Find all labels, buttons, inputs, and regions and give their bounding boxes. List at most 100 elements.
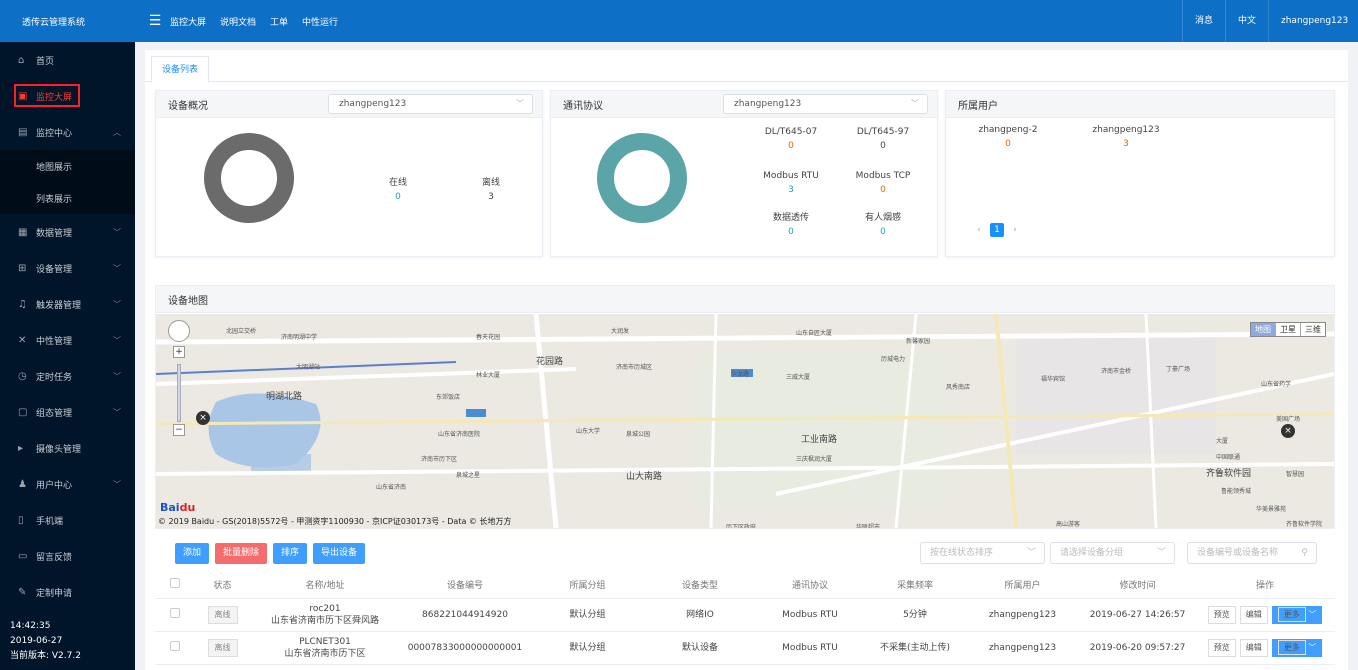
edit-button[interactable]: 编辑 [1239, 638, 1268, 657]
row-checkbox[interactable] [170, 607, 180, 618]
device-map[interactable]: 北园立交桥 济南明湖中学 春天花园 大润发 山东自匠大厦 新馨家园 大明湖站 花… [156, 314, 1334, 528]
status-sort-select[interactable]: 按在线状态排序 ﹀ [920, 542, 1045, 564]
sidebar-item-mobile[interactable]: ▯ 手机端 [0, 502, 135, 538]
page-current[interactable]: 1 [990, 223, 1004, 237]
sidebar-item-feedback[interactable]: ▭ 留言反馈 [0, 538, 135, 574]
search-icon[interactable]: ⚲ [1301, 543, 1308, 563]
zoom-slider[interactable] [177, 364, 181, 422]
map-type-switch: 地图 卫星 三维 [1250, 322, 1326, 337]
batch-delete-button[interactable]: 批量删除 [215, 543, 268, 564]
protocol-donut [597, 133, 687, 223]
sidebar-item-timers[interactable]: ◷ 定时任务 ﹀ [0, 358, 135, 394]
sidebar-item-triggers[interactable]: ♫ 触发器管理 ﹀ [0, 286, 135, 322]
comment-icon: ▭ [18, 550, 28, 562]
export-button[interactable]: 导出设备 [313, 543, 366, 564]
sidebar-subitem-list[interactable]: 列表展示 [0, 182, 135, 214]
sidebar-item-cameras[interactable]: ▸ 摄像头管理 [0, 430, 135, 466]
sidebar-item-monitor-center[interactable]: ▤ 监控中心 ︿ [0, 114, 135, 150]
device-type: 默认设备 [645, 631, 755, 665]
column-header: 状态 [195, 572, 250, 599]
clock-date: 2019-06-27 [10, 636, 63, 646]
map-type-3d[interactable]: 三维 [1300, 323, 1325, 336]
search-input[interactable]: 设备编号或设备名称 ⚲ [1187, 542, 1317, 564]
row-checkbox[interactable] [170, 640, 180, 651]
more-button[interactable]: 更多 ﹀ [1271, 605, 1323, 624]
map-type-map[interactable]: 地图 [1251, 323, 1275, 336]
user-name: zhangpeng-2 [978, 125, 1038, 135]
user-icon: ♟ [18, 478, 27, 490]
status-badge: 离线 [207, 605, 238, 624]
sidebar-item-config[interactable]: ▢ 组态管理 ﹀ [0, 394, 135, 430]
chevron-down-icon: ﹀ [113, 299, 121, 309]
protocol-label: 数据透传 [772, 213, 809, 223]
protocol-label: DL/T645-97 [856, 127, 910, 137]
protocol-panel: 通讯协议 zhangpeng123 ﹀ DL/T645-07 0 DL/T645-9… [550, 90, 938, 257]
chevron-down-icon: ﹀ [911, 99, 919, 108]
phone-icon: ▯ [18, 514, 24, 526]
protocol-title: 通讯协议 [563, 100, 603, 112]
topnav-tickets[interactable]: 工单 [270, 15, 288, 28]
app-title: 透传云管理系统 [0, 14, 140, 28]
zoom-out-icon[interactable]: − [173, 424, 185, 436]
chevron-down-icon: ﹀ [113, 371, 121, 381]
menu-toggle-icon[interactable]: ☰ [140, 13, 170, 29]
prev-page-icon[interactable]: ‹ [972, 223, 986, 237]
modified-time: 2019-06-20 09:57:27 [1080, 631, 1195, 665]
topnav-monitor-screen[interactable]: 监控大屏 [170, 15, 206, 28]
column-header: 修改时间 [1080, 572, 1195, 599]
protocol-value: 0 [788, 227, 794, 237]
language-switch[interactable]: 中文 [1224, 0, 1268, 42]
online-value: 0 [395, 192, 401, 202]
protocol-user-select[interactable]: zhangpeng123 ﹀ [723, 94, 928, 114]
sort-button[interactable]: 排序 [273, 543, 308, 564]
device-user: zhangpeng123 [965, 598, 1080, 632]
modified-time: 2019-06-27 14:26:57 [1080, 598, 1195, 632]
offline-label: 离线 [481, 178, 500, 188]
chevron-down-icon: ﹀ [113, 335, 121, 345]
preview-button[interactable]: 预览 [1207, 638, 1236, 657]
bell-icon: ♫ [18, 298, 27, 310]
sidebar-item-neutral[interactable]: ✕ 中性管理 ﹀ [0, 322, 135, 358]
group-select[interactable]: 请选择设备分组 ﹀ [1050, 542, 1175, 564]
device-protocol: Modbus RTU [755, 598, 865, 632]
topnav-neutral[interactable]: 中性运行 [302, 15, 338, 28]
sidebar-item-custom[interactable]: ✎ 定制申请 [0, 574, 135, 610]
sidebar-item-devices[interactable]: ⊞ 设备管理 ﹀ [0, 250, 135, 286]
device-frequency: 5分钟 [865, 598, 965, 632]
map-pan-icon[interactable] [168, 320, 190, 342]
user-menu[interactable]: zhangpeng123 [1268, 0, 1358, 42]
more-button[interactable]: 更多 ﹀ [1271, 638, 1323, 657]
column-header: 所属分组 [530, 572, 645, 599]
map-type-satellite[interactable]: 卫星 [1275, 323, 1300, 336]
edit-button[interactable]: 编辑 [1239, 605, 1268, 624]
screen-icon: ▤ [18, 126, 28, 138]
select-all-checkbox[interactable] [170, 578, 180, 589]
camera-icon: ▸ [18, 442, 24, 454]
map-marker-icon[interactable]: × [196, 411, 210, 425]
device-protocol: Modbus RTU [755, 631, 865, 665]
chevron-down-icon: ﹀ [113, 227, 121, 237]
map-panel: 设备地图 北园立交桥 济南明湖中学 春天花园 大润发 山东自匠大厦 新馨家园 大… [155, 285, 1335, 529]
sidebar-item-home[interactable]: ⌂ 首页 [0, 42, 135, 78]
sidebar-item-users[interactable]: ♟ 用户中心 ﹀ [0, 466, 135, 502]
next-page-icon[interactable]: › [1008, 223, 1022, 237]
topnav-docs[interactable]: 说明文档 [220, 15, 256, 28]
protocol-label: Modbus TCP [855, 171, 911, 181]
zoom-in-icon[interactable]: + [173, 346, 185, 358]
preview-button[interactable]: 预览 [1207, 605, 1236, 624]
device-group: 默认分组 [530, 598, 645, 632]
sidebar-item-monitor-screen[interactable]: ▣ 监控大屏 [0, 78, 135, 114]
home-icon: ⌂ [18, 54, 25, 66]
device-table: 状态 名称/地址 设备编号 所属分组 设备类型 通讯协议 采集频率 所属用户 修… [155, 572, 1335, 665]
overview-donut [204, 133, 294, 223]
user-count: 0 [1005, 139, 1011, 149]
sidebar-subitem-map[interactable]: 地图展示 [0, 150, 135, 182]
map-marker-icon[interactable]: × [1281, 424, 1295, 438]
sidebar-item-data[interactable]: ▦ 数据管理 ﹀ [0, 214, 135, 250]
chevron-down-icon: ﹀ [113, 407, 121, 417]
tab-device-list[interactable]: 设备列表 [151, 56, 210, 83]
messages-link[interactable]: 消息 [1181, 0, 1225, 42]
user-name: zhangpeng123 [1092, 125, 1160, 135]
add-button[interactable]: 添加 [175, 543, 210, 564]
overview-user-select[interactable]: zhangpeng123 ﹀ [328, 94, 533, 114]
